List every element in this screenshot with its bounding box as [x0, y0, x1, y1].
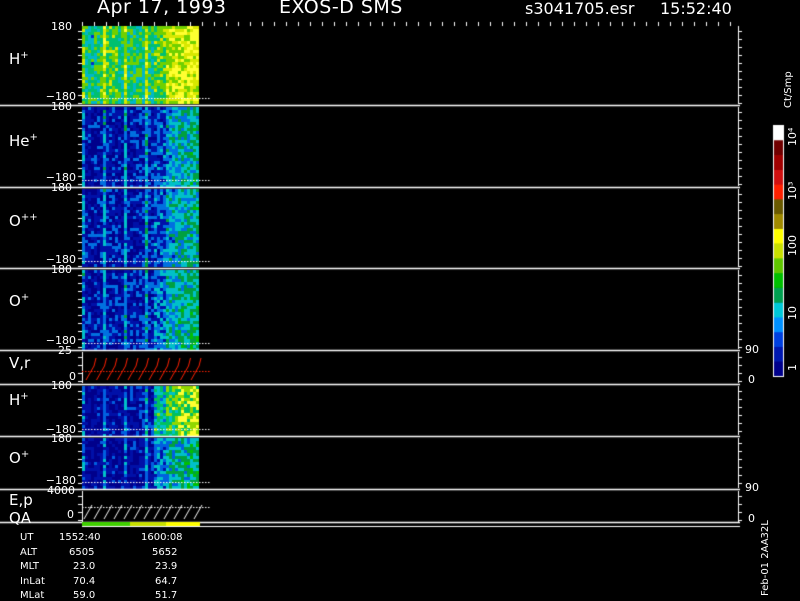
ytick-p5-top: 180: [51, 379, 72, 392]
rtick-vr-top: 90: [745, 343, 759, 356]
panel-label-qa: QA: [9, 509, 32, 527]
eph-col1-mlt: 23.0: [73, 561, 96, 572]
colorbar-tick-100: 100: [786, 235, 799, 256]
panel-label-h-plus-2: H+: [9, 391, 29, 409]
panel-label-o-plus-2: O+: [9, 449, 30, 467]
eph-label-ut: UT: [20, 532, 34, 543]
eph-col2-mlt: 23.9: [155, 561, 178, 572]
eph-col1-inlat: 70.4: [73, 576, 96, 587]
eph-col2-mlat: 51.7: [155, 590, 178, 601]
rtick-vr-bottom: 0: [748, 373, 755, 386]
ytick-p3-top: 180: [51, 181, 72, 194]
spectrogram-canvas: [0, 0, 800, 600]
ytick-p2-top: 180: [51, 100, 72, 113]
eph-label-mlat: MLat: [20, 590, 45, 601]
rtick-ep-bottom: 0: [748, 512, 755, 525]
header-time: 15:52:40: [660, 0, 732, 18]
footer-vertical-id: Feb-01 2AA32L: [760, 520, 771, 596]
panel-label-o-plusplus: O++: [9, 212, 38, 230]
eph-label-inlat: InLat: [20, 576, 45, 587]
eph-col2-inlat: 64.7: [155, 576, 178, 587]
panel-label-he-plus: He+: [9, 132, 38, 150]
ytick-vr-top: 25: [58, 344, 72, 357]
eph-col2-alt: 5652: [152, 547, 178, 558]
header-file: s3041705.esr: [525, 0, 635, 18]
eph-col1-mlat: 59.0: [73, 590, 96, 601]
panel-label-h-plus: H+: [9, 50, 29, 68]
colorbar-tick-1e3: 10³: [786, 181, 799, 200]
eph-label-alt: ALT: [20, 547, 38, 558]
colorbar-tick-1: 1: [786, 364, 799, 371]
eph-label-mlt: MLT: [20, 561, 39, 572]
ytick-p1-top: 180: [51, 20, 72, 33]
eph-col1-alt: 6505: [69, 547, 95, 558]
header-date: Apr 17, 1993: [97, 0, 227, 18]
panel-label-ep: E,p: [9, 491, 33, 509]
header-instrument: EXOS-D SMS: [279, 0, 403, 18]
eph-col1-ut: 1552:40: [59, 532, 101, 543]
panel-label-vr: V,r: [9, 354, 31, 372]
ytick-p4-top: 180: [51, 263, 72, 276]
eph-col2-ut: 1600:08: [141, 532, 183, 543]
colorbar-tick-10: 10: [786, 306, 799, 320]
panel-label-o-plus: O+: [9, 292, 30, 310]
ytick-p6-top: 180: [51, 432, 72, 445]
colorbar-tick-1e4: 10⁴: [786, 127, 799, 146]
rtick-ep-top: 90: [745, 481, 759, 494]
ytick-ep-bottom: 0: [67, 508, 74, 521]
colorbar-unit: Ct/Smp: [783, 71, 794, 108]
ytick-ep-top: 4000: [47, 484, 75, 497]
